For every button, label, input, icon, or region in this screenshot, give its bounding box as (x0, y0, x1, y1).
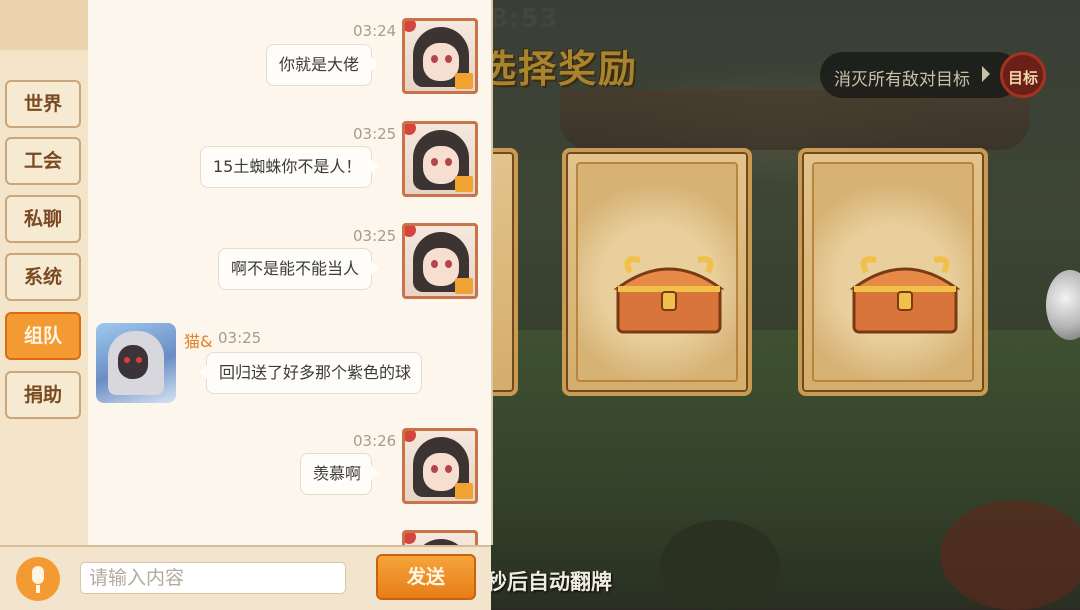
battle-timer: 8:53 (490, 4, 559, 34)
send-button[interactable]: 发送 (376, 554, 476, 600)
message-bubble: 啊不是能不能当人 (218, 248, 379, 290)
my-avatar[interactable] (402, 18, 478, 94)
tab-guild[interactable]: 工会 (5, 137, 81, 185)
bush (940, 500, 1080, 610)
tab-world[interactable]: 世界 (5, 80, 81, 128)
message-time: 03:26 (353, 432, 397, 450)
message-bubble: 回归送了好多那个紫色的球 (199, 352, 422, 394)
building-roof (560, 90, 1030, 150)
target-button[interactable]: 目标 (1000, 52, 1046, 98)
treasure-chest-icon (849, 256, 961, 334)
auto-flip-hint: 秒后自动翻牌 (486, 570, 612, 594)
my-avatar[interactable] (402, 530, 478, 545)
reward-card-2[interactable] (798, 148, 988, 396)
card-face (812, 162, 974, 382)
message-time: 03:25 (353, 125, 397, 143)
chat-input-bar: 发送 (0, 545, 491, 610)
message-input[interactable] (80, 562, 346, 594)
microphone-icon (32, 566, 44, 584)
target-hint-text: 消灭所有敌对目标 (834, 70, 970, 90)
tab-team[interactable]: 组队 (5, 312, 81, 360)
my-avatar[interactable] (402, 121, 478, 197)
target-hint-panel: 消灭所有敌对目标 (820, 52, 1020, 98)
user-avatar-mao[interactable] (96, 323, 176, 403)
chat-message-list[interactable]: 03:24 你就是大佬 03:25 15土蜘蛛你不是人！ 03:25 啊不是能不… (88, 0, 493, 545)
message-time: 03:25 (218, 329, 262, 347)
reward-card-1[interactable] (562, 148, 752, 396)
reward-title: 选择奖励 (478, 47, 639, 91)
tab-private[interactable]: 私聊 (5, 195, 81, 243)
message-time: 03:25 (353, 227, 397, 245)
message-bubble: 15土蜘蛛你不是人！ (200, 146, 379, 188)
tab-system[interactable]: 系统 (5, 253, 81, 301)
target-button-label: 目标 (1007, 69, 1038, 87)
message-bubble: 你就是大佬 (266, 44, 379, 86)
my-avatar[interactable] (402, 223, 478, 299)
tab-header-decoration (0, 0, 88, 50)
message-time: 03:24 (353, 22, 397, 40)
chat-channel-tabs: 世界 工会 私聊 系统 组队 捐助 (0, 0, 88, 608)
voice-button[interactable] (16, 557, 60, 601)
sender-name: 猫& (184, 332, 213, 351)
arrow-right-icon (982, 66, 990, 82)
my-avatar[interactable] (402, 428, 478, 504)
treasure-chest-icon (613, 256, 725, 334)
tab-donate[interactable]: 捐助 (5, 371, 81, 419)
bush (660, 520, 780, 610)
message-bubble: 羡慕啊 (300, 453, 379, 495)
card-face (576, 162, 738, 382)
